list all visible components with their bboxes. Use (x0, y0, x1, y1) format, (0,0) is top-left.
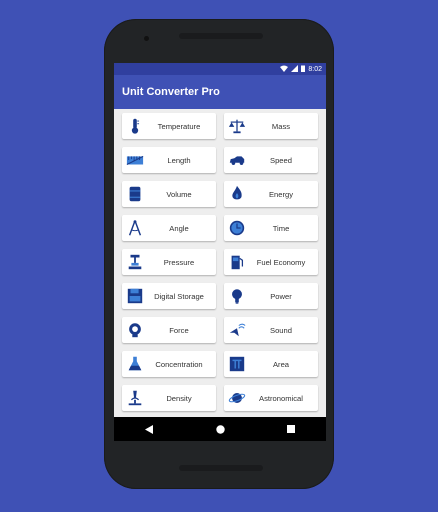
scale-icon (227, 116, 247, 136)
category-label: Digital Storage (154, 291, 204, 301)
category-label: Time (272, 223, 290, 233)
status-bar: 8:02 (114, 63, 326, 75)
category-card-speed[interactable]: Speed (224, 147, 318, 173)
category-label: Area (272, 359, 290, 369)
category-card-angle[interactable]: Angle (122, 215, 216, 241)
speaker-icon (227, 320, 247, 340)
category-card-mass[interactable]: Mass (224, 113, 318, 139)
thermometer-icon (125, 116, 145, 136)
app-bar: Unit Converter Pro (114, 75, 326, 109)
category-label: Astronomical (259, 393, 303, 403)
category-card-length[interactable]: Length (122, 147, 216, 173)
battery-icon (301, 65, 306, 74)
navigation-bar (114, 417, 326, 441)
front-camera (144, 36, 149, 41)
earpiece-speaker (179, 33, 263, 39)
category-label: Force (169, 325, 189, 335)
press-icon (125, 252, 145, 272)
category-card-density[interactable]: Density (122, 385, 216, 411)
category-label: Angle (169, 223, 189, 233)
category-card-power[interactable]: Power (224, 283, 318, 309)
category-label: Speed (270, 155, 292, 165)
back-icon[interactable] (145, 424, 154, 434)
fuel-pump-icon (227, 252, 247, 272)
category-label: Volume (166, 189, 192, 199)
pi-icon (227, 354, 247, 374)
car-icon (227, 150, 247, 170)
recents-icon[interactable] (287, 425, 295, 433)
category-card-pressure[interactable]: Pressure (122, 249, 216, 275)
flame-icon (227, 184, 247, 204)
bulb-icon (227, 286, 247, 306)
category-card-fuel-economy[interactable]: Fuel Economy (224, 249, 318, 275)
category-label: Temperature (157, 121, 201, 131)
category-label: Power (270, 291, 292, 301)
category-label: Length (167, 155, 191, 165)
category-card-temperature[interactable]: Temperature (122, 113, 216, 139)
category-card-force[interactable]: Force (122, 317, 216, 343)
signal-icon (291, 64, 299, 74)
microscope-icon (125, 388, 145, 408)
screen: 8:02 Unit Converter Pro Temperature Mass L… (114, 63, 326, 441)
category-card-sound[interactable]: Sound (224, 317, 318, 343)
category-label: Mass (271, 121, 291, 131)
category-card-area[interactable]: Area (224, 351, 318, 377)
category-label: Fuel Economy (256, 257, 306, 267)
category-card-concentration[interactable]: Concentration (122, 351, 216, 377)
magnet-icon (125, 320, 145, 340)
barrel-icon (125, 184, 145, 204)
category-card-astronomical[interactable]: Astronomical (224, 385, 318, 411)
flask-icon (125, 354, 145, 374)
category-card-time[interactable]: Time (224, 215, 318, 241)
category-label: Energy (268, 189, 294, 199)
compass-icon (125, 218, 145, 238)
category-label: Density (166, 393, 192, 403)
planet-icon (227, 388, 247, 408)
category-card-energy[interactable]: Energy (224, 181, 318, 207)
bottom-speaker (179, 465, 263, 471)
home-icon[interactable] (216, 424, 225, 434)
category-card-volume[interactable]: Volume (122, 181, 216, 207)
clock-icon (227, 218, 247, 238)
status-time: 8:02 (308, 65, 322, 73)
floppy-icon (125, 286, 145, 306)
ruler-icon (125, 150, 145, 170)
category-label: Sound (270, 325, 292, 335)
category-label: Concentration (155, 359, 203, 369)
app-title: Unit Converter Pro (122, 86, 220, 98)
phone-frame: 8:02 Unit Converter Pro Temperature Mass L… (104, 19, 334, 489)
category-label: Pressure (163, 257, 195, 267)
category-grid: Temperature Mass Length Speed Volume Energy An… (114, 109, 326, 411)
wifi-icon (280, 65, 289, 74)
category-card-digital-storage[interactable]: Digital Storage (122, 283, 216, 309)
